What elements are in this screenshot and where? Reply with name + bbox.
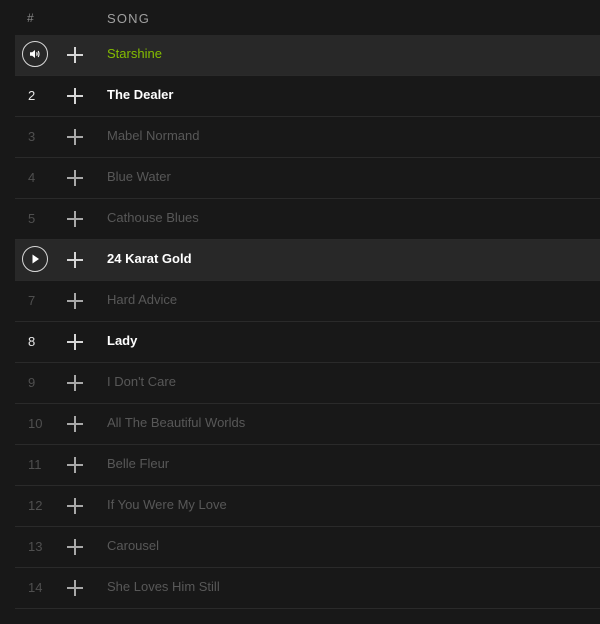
track-number: 10 <box>28 416 43 431</box>
add-track-button[interactable] <box>66 579 84 597</box>
add-track-button[interactable] <box>66 292 84 310</box>
track-number: 14 <box>28 580 43 595</box>
track-title[interactable]: All The Beautiful Worlds <box>107 415 245 430</box>
now-playing-button[interactable] <box>22 41 48 67</box>
play-button[interactable] <box>22 246 48 272</box>
track-row[interactable]: 7 Hard Advice <box>15 281 600 322</box>
track-row[interactable]: 2 The Dealer <box>15 76 600 117</box>
track-title[interactable]: Cathouse Blues <box>107 210 199 225</box>
track-title[interactable]: If You Were My Love <box>107 497 227 512</box>
track-title[interactable]: She Loves Him Still <box>107 579 220 594</box>
track-number: 8 <box>28 334 36 349</box>
track-title[interactable]: Mabel Normand <box>107 128 200 143</box>
track-number: 13 <box>28 539 43 554</box>
track-row[interactable]: 3 Mabel Normand <box>15 117 600 158</box>
track-number: 9 <box>28 375 36 390</box>
track-title[interactable]: Belle Fleur <box>107 456 169 471</box>
track-title[interactable]: The Dealer <box>107 87 173 102</box>
add-track-button[interactable] <box>66 251 84 269</box>
add-track-button[interactable] <box>66 333 84 351</box>
track-row[interactable]: 5 Cathouse Blues <box>15 199 600 240</box>
add-track-button[interactable] <box>66 456 84 474</box>
track-number: 4 <box>28 170 36 185</box>
track-row[interactable]: 11 Belle Fleur <box>15 445 600 486</box>
track-number: 5 <box>28 211 36 226</box>
track-row[interactable]: 8 Lady <box>15 322 600 363</box>
add-track-button[interactable] <box>66 538 84 556</box>
track-number: 3 <box>28 129 36 144</box>
tracklist: # SONG Starshine 2 The Dealer 3 Mabel Norman… <box>0 0 600 624</box>
track-title[interactable]: Carousel <box>107 538 159 553</box>
add-track-button[interactable] <box>66 46 84 64</box>
column-header-song[interactable]: SONG <box>107 11 150 26</box>
track-row[interactable]: Starshine <box>15 35 600 76</box>
track-number: 7 <box>28 293 36 308</box>
track-title[interactable]: Hard Advice <box>107 292 177 307</box>
track-row[interactable]: 12 If You Were My Love <box>15 486 600 527</box>
track-number: 2 <box>28 88 36 103</box>
track-number: 11 <box>28 457 42 472</box>
track-row[interactable]: 4 Blue Water <box>15 158 600 199</box>
track-title[interactable]: Starshine <box>107 46 162 61</box>
track-row[interactable]: 14 She Loves Him Still <box>15 568 600 609</box>
track-number: 12 <box>28 498 43 513</box>
add-track-button[interactable] <box>66 128 84 146</box>
add-track-button[interactable] <box>66 415 84 433</box>
play-icon <box>32 254 39 264</box>
speaker-icon <box>30 50 40 58</box>
add-track-button[interactable] <box>66 210 84 228</box>
add-track-button[interactable] <box>66 87 84 105</box>
track-title[interactable]: Lady <box>107 333 137 348</box>
track-row[interactable]: 13 Carousel <box>15 527 600 568</box>
track-rows: Starshine 2 The Dealer 3 Mabel Normand 4 Blue … <box>15 35 600 609</box>
track-title[interactable]: I Don't Care <box>107 374 176 389</box>
track-title[interactable]: 24 Karat Gold <box>107 251 192 266</box>
add-track-button[interactable] <box>66 169 84 187</box>
add-track-button[interactable] <box>66 497 84 515</box>
tracklist-header: # SONG <box>15 0 600 35</box>
add-track-button[interactable] <box>66 374 84 392</box>
track-row[interactable]: 24 Karat Gold <box>15 240 600 281</box>
track-title[interactable]: Blue Water <box>107 169 171 184</box>
track-row[interactable]: 9 I Don't Care <box>15 363 600 404</box>
track-row[interactable]: 10 All The Beautiful Worlds <box>15 404 600 445</box>
column-header-number[interactable]: # <box>27 11 34 25</box>
